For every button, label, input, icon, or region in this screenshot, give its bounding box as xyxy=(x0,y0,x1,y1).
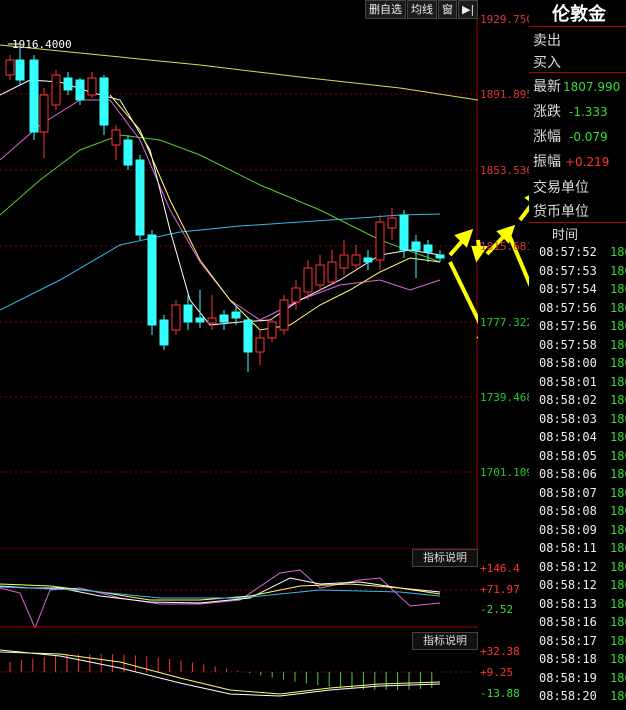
buy-label: 买入 xyxy=(533,55,561,71)
high-marker: 1916.4000 xyxy=(12,38,72,51)
latest-row: 最新 1807.990 xyxy=(533,79,621,95)
price-axis-label: 1891.895 xyxy=(480,88,533,101)
price-axis-label: 1853.536 xyxy=(480,164,533,177)
tick-row: 08:57:53180 xyxy=(539,263,626,278)
ind2-label-1: +9.25 xyxy=(480,666,514,679)
trade-unit-label: 交易单位 xyxy=(533,180,589,196)
tick-row: 08:57:56180 xyxy=(539,319,626,333)
candle xyxy=(111,129,121,146)
candle xyxy=(387,217,397,229)
delete-watchlist-button[interactable]: 删自选 xyxy=(365,0,406,19)
candle xyxy=(183,304,193,323)
candle xyxy=(99,77,109,126)
candle xyxy=(51,74,61,106)
tick-row: 08:58:03180 xyxy=(539,411,626,426)
indicator-help-button-2[interactable]: 指标说明 xyxy=(412,632,478,650)
price-axis-label: 1701.109 xyxy=(480,466,533,479)
candle xyxy=(267,321,277,339)
tick-row: 08:58:20180 xyxy=(539,689,626,703)
candle xyxy=(363,257,373,263)
tick-row: 08:58:16180 xyxy=(539,615,626,629)
tick-row: 08:57:52180 xyxy=(539,245,626,259)
sell-label: 卖出 xyxy=(533,33,561,49)
tick-row: 08:58:11180 xyxy=(539,541,626,555)
tick-row: 08:58:04180 xyxy=(539,430,626,444)
change-row: 涨跌 -1.333 xyxy=(533,104,608,120)
moving-average-button[interactable]: 均线 xyxy=(407,0,437,19)
tick-row: 08:57:58180 xyxy=(539,337,626,352)
price-axis-label: 1777.322 xyxy=(480,316,533,329)
tick-row: 08:58:18180 xyxy=(539,652,626,666)
tick-row: 08:57:54180 xyxy=(539,282,626,296)
tick-row: 08:58:13180 xyxy=(539,596,626,611)
candle xyxy=(87,77,97,96)
candle xyxy=(303,267,313,293)
candle xyxy=(279,299,289,331)
candle xyxy=(5,59,15,76)
ind1-label-0: +146.4 xyxy=(480,562,520,575)
tick-row: 08:58:12180 xyxy=(539,559,626,574)
tick-row: 08:58:12180 xyxy=(539,578,626,592)
candle xyxy=(171,304,181,331)
candle xyxy=(231,311,241,319)
candle xyxy=(399,214,409,251)
candlestick-chart[interactable]: 1916.4000 xyxy=(0,0,478,548)
candle xyxy=(411,241,421,251)
candle xyxy=(39,94,49,133)
candle xyxy=(123,139,133,166)
tick-header-time: 时间 xyxy=(552,228,579,243)
candle xyxy=(159,319,169,346)
ind2-label-2: -13.88 xyxy=(480,687,520,700)
window-button[interactable]: 窗 xyxy=(438,0,457,19)
candle xyxy=(219,314,229,323)
change-pct-row: 涨幅 -0.079 xyxy=(533,129,608,145)
tick-row: 08:58:00180 xyxy=(539,356,626,370)
candle xyxy=(351,254,361,266)
price-axis-label: 1739.468 xyxy=(480,391,533,404)
candle xyxy=(315,264,325,286)
candle xyxy=(255,337,265,353)
toggle-panel-icon[interactable]: ▶| xyxy=(458,0,479,19)
tick-row: 08:58:01180 xyxy=(539,374,626,389)
indicator-panel-2[interactable] xyxy=(0,628,478,710)
candle xyxy=(195,317,205,323)
candle xyxy=(75,79,85,101)
tick-row: 08:58:08180 xyxy=(539,504,626,518)
candle xyxy=(243,319,253,353)
currency-unit-label: 货币单位 xyxy=(533,204,589,220)
symbol-title: 伦敦金 xyxy=(552,4,606,25)
candle xyxy=(435,254,445,259)
annotation-arrows xyxy=(448,228,478,339)
chart-toolbar: 删自选 均线 窗 ▶| xyxy=(364,0,479,19)
amplitude-row: 振幅 +0.219 xyxy=(533,154,610,170)
price-axis-label: 1929.750 xyxy=(480,13,533,26)
candle xyxy=(147,234,157,326)
indicator-help-button-1[interactable]: 指标说明 xyxy=(412,549,478,567)
candle xyxy=(327,261,337,283)
candle xyxy=(291,287,301,303)
candle xyxy=(207,317,217,324)
candle xyxy=(339,254,349,269)
tick-row: 08:58:06180 xyxy=(539,467,626,481)
candle xyxy=(15,59,25,81)
price-axis-label: 1815.681 xyxy=(480,240,533,253)
ind1-label-2: -2.52 xyxy=(480,603,514,616)
candle xyxy=(63,77,73,91)
tick-row: 08:58:07180 xyxy=(539,485,626,500)
tick-row: 08:58:09180 xyxy=(539,522,626,537)
tick-row: 08:58:19180 xyxy=(539,670,626,685)
candle xyxy=(135,159,145,236)
tick-row: 08:57:56180 xyxy=(539,300,626,315)
candle xyxy=(375,221,385,261)
indicator-panel-1[interactable] xyxy=(0,548,478,628)
candle xyxy=(423,244,433,253)
tick-row: 08:58:02180 xyxy=(539,393,626,407)
ind1-label-1: +71.97 xyxy=(480,583,520,596)
ind2-label-0: +32.38 xyxy=(480,645,520,658)
tick-row: 08:58:17180 xyxy=(539,633,626,648)
candle xyxy=(29,59,39,133)
tick-row: 08:58:05180 xyxy=(539,448,626,463)
